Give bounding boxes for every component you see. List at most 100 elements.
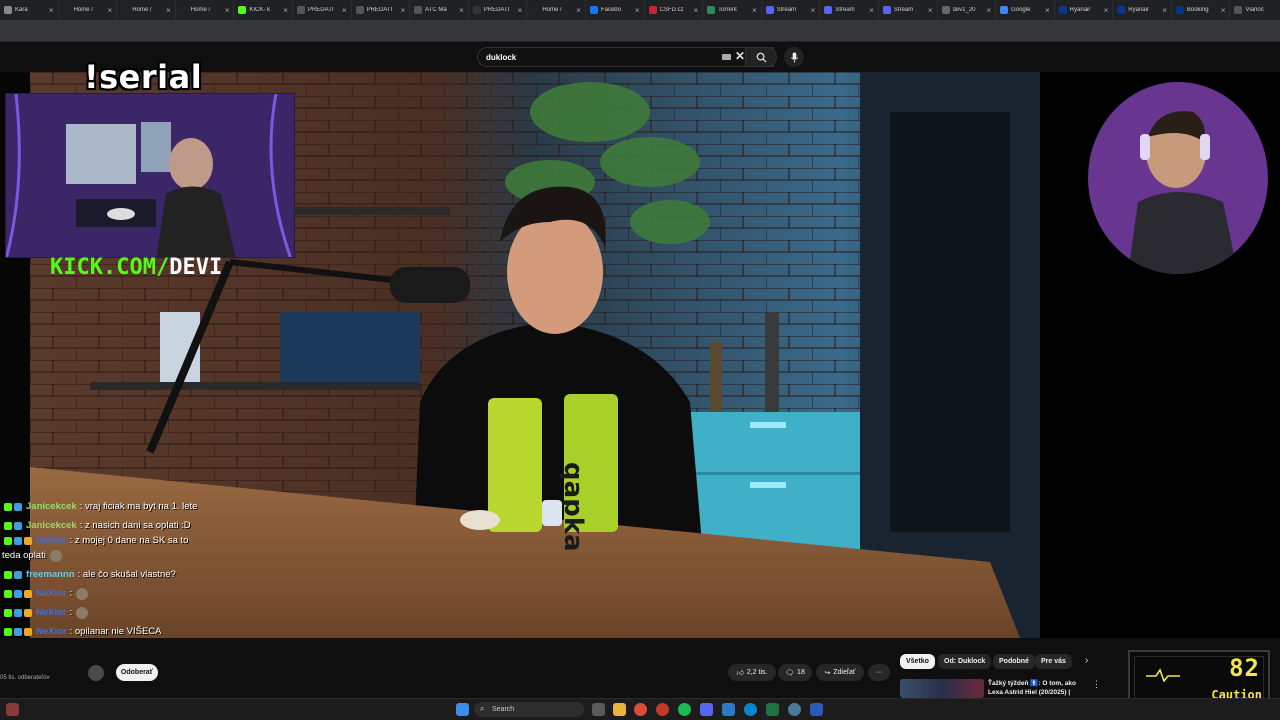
tab-close-icon[interactable]: × [1045, 6, 1050, 15]
chevron-right-icon[interactable]: › [1085, 655, 1088, 666]
network-app-icon[interactable] [788, 703, 801, 716]
browser-tab[interactable]: ČSFD.cz × [645, 0, 704, 20]
browser-tab[interactable]: PREDATI × [352, 0, 411, 20]
tab-close-icon[interactable]: × [108, 6, 113, 15]
tab-close-icon[interactable]: × [635, 6, 640, 15]
tab-close-icon[interactable]: × [752, 6, 757, 15]
tab-close-icon[interactable]: × [225, 6, 230, 15]
file-explorer-icon[interactable] [613, 703, 626, 716]
chat-username[interactable]: NeXior [36, 588, 67, 599]
search-button[interactable] [745, 47, 777, 67]
tab-close-icon[interactable]: × [576, 6, 581, 15]
chat-username[interactable]: freemannn [26, 569, 75, 580]
video-info-bar [0, 638, 1280, 698]
taskbar-app-icon[interactable] [6, 703, 19, 716]
tab-close-icon[interactable]: × [986, 6, 991, 15]
opera-icon[interactable] [656, 703, 669, 716]
edge-icon[interactable] [744, 703, 757, 716]
browser-tab[interactable]: Home / × [527, 0, 586, 20]
tab-close-icon[interactable]: × [1104, 6, 1109, 15]
browser-tab[interactable]: Home / × [117, 0, 176, 20]
chip-for-you[interactable]: Pre vás [1035, 654, 1072, 669]
excel-icon[interactable] [766, 703, 779, 716]
more-icon: ··· [875, 669, 883, 676]
kebab-menu-icon[interactable]: ⋮ [1092, 679, 1101, 690]
browser-tab[interactable]: PREDATI × [293, 0, 352, 20]
browser-tab[interactable]: Stream × [820, 0, 879, 20]
browser-tab[interactable]: Stream × [762, 0, 821, 20]
chrome-icon[interactable] [634, 703, 647, 716]
chat-username[interactable]: NeXior [36, 607, 67, 618]
tab-close-icon[interactable]: × [400, 6, 405, 15]
tab-close-icon[interactable]: × [693, 6, 698, 15]
chat-badge-icon [24, 627, 32, 636]
chat-message: Janicekcek: z nasich dani sa oplati :D [0, 516, 300, 535]
chip-all[interactable]: Všetko [900, 654, 935, 669]
clear-search-icon[interactable]: ✕ [735, 49, 745, 63]
channel-avatar[interactable] [88, 665, 104, 681]
tab-close-icon[interactable]: × [1221, 6, 1226, 15]
browser-tab[interactable]: Facebo × [586, 0, 645, 20]
voice-search-button[interactable] [784, 47, 804, 67]
tab-close-icon[interactable]: × [518, 6, 523, 15]
windows-start-icon[interactable] [456, 703, 469, 716]
browser-tab[interactable]: ATC Ma × [410, 0, 469, 20]
chat-username[interactable]: NeXior [36, 626, 67, 637]
browser-tab[interactable]: PREDATI × [469, 0, 528, 20]
browser-tab[interactable]: Vianoč× [1230, 0, 1280, 20]
kick-channel-name: DEVI [169, 255, 223, 280]
word-icon[interactable] [810, 703, 823, 716]
like-button[interactable]: 👍︎ 2,2 tis. [728, 664, 776, 681]
tab-close-icon[interactable]: × [869, 6, 874, 15]
browser-tab[interactable]: KICK- k × [234, 0, 293, 20]
calculator-icon[interactable] [722, 703, 735, 716]
task-view-icon[interactable] [592, 703, 605, 716]
tab-close-icon[interactable]: × [342, 6, 347, 15]
tab-label: Stream [835, 7, 855, 13]
comments-button[interactable]: 🗨︎ 18 [778, 664, 812, 681]
chat-username[interactable]: Janicekcek [26, 520, 77, 531]
recommended-video-thumbnail[interactable] [900, 679, 984, 698]
share-button[interactable]: ↪ Zdieľať [816, 664, 864, 681]
browser-tab[interactable]: Home / × [176, 0, 235, 20]
browser-tab[interactable]: Booking × [1172, 0, 1231, 20]
browser-tab[interactable]: Stream × [879, 0, 938, 20]
browser-tab[interactable]: dev1_20 × [938, 0, 997, 20]
search-input[interactable]: duklock ✕ [477, 47, 774, 67]
tab-close-icon[interactable]: × [283, 6, 288, 15]
chip-similar[interactable]: Podobné [993, 654, 1035, 669]
search-icon: ⌕ [480, 704, 485, 713]
tab-close-icon[interactable]: × [49, 6, 54, 15]
discord-icon[interactable] [700, 703, 713, 716]
chat-badge-icon [4, 608, 12, 617]
tab-label: dev1_20 [952, 7, 976, 13]
tab-close-icon[interactable]: × [1162, 6, 1167, 15]
browser-tab[interactable]: Google × [996, 0, 1055, 20]
taskbar-search[interactable]: ⌕ Search [474, 702, 584, 717]
chat-username[interactable]: NeXior [36, 535, 67, 546]
keyboard-icon[interactable] [722, 54, 731, 60]
recommended-video-title[interactable]: Ťažký týždeň 🚹: O tom, ako Lexa Astrid H… [988, 679, 1088, 697]
tab-close-icon[interactable]: × [459, 6, 464, 15]
spotify-icon[interactable] [678, 703, 691, 716]
chat-badge-icon [4, 502, 12, 511]
browser-tab[interactable]: Home / × [59, 0, 118, 20]
tab-close-icon[interactable]: × [811, 6, 816, 15]
chip-from-channel[interactable]: Od: Duklock [938, 654, 992, 669]
share-icon: ↪ [824, 669, 831, 677]
browser-tab[interactable]: Ryanair × [1113, 0, 1172, 20]
chat-text: : opilanar nie VIŠECA [69, 626, 162, 637]
tab-label: Stream [776, 7, 797, 13]
browser-tab[interactable]: Ryanair × [1055, 0, 1114, 20]
browser-tab[interactable]: Torrent × [703, 0, 762, 20]
tab-close-icon[interactable]: × [166, 6, 171, 15]
tab-close-icon[interactable]: × [928, 6, 933, 15]
chat-message: NeXior: [0, 584, 300, 603]
chat-username[interactable]: Janicekcek [26, 501, 77, 512]
recommended-title-line2: Lexa Astrid Hiel (20/2025) | [988, 689, 1071, 696]
chat-emote-icon [76, 606, 89, 619]
tab-label: KICK- k [249, 7, 271, 13]
more-actions-button[interactable]: ··· [868, 664, 890, 681]
subscribe-button[interactable]: Odoberať [116, 664, 158, 681]
browser-tab[interactable]: Kára × [0, 0, 59, 20]
